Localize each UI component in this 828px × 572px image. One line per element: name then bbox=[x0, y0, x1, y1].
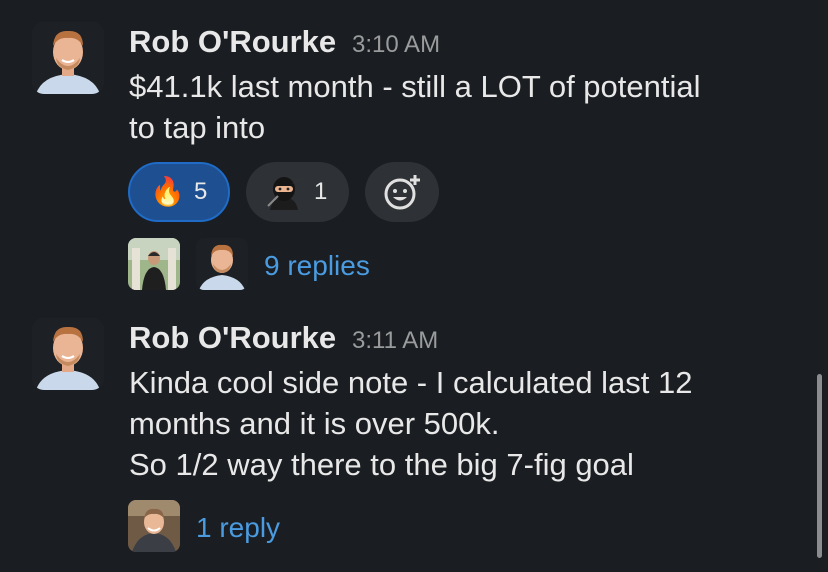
reply-avatar[interactable] bbox=[196, 238, 248, 290]
reaction-fire[interactable]: 🔥 5 bbox=[128, 162, 230, 222]
reply-avatar[interactable] bbox=[128, 500, 180, 552]
message-line: So 1/2 way there to the big 7-fig goal bbox=[129, 447, 634, 482]
message-line: to tap into bbox=[129, 110, 266, 145]
ninja-icon bbox=[264, 172, 304, 212]
fire-icon: 🔥 bbox=[150, 175, 185, 208]
replies-link[interactable]: 9 replies bbox=[264, 250, 370, 282]
add-emoji-icon bbox=[382, 172, 422, 212]
avatar[interactable] bbox=[32, 318, 104, 390]
timestamp[interactable]: 3:10 AM bbox=[352, 31, 440, 59]
message-line: $41.1k last month - still a LOT of poten… bbox=[129, 69, 701, 104]
reply-avatar[interactable] bbox=[128, 238, 180, 290]
message-line: months and it is over 500k. bbox=[129, 406, 500, 441]
author-name[interactable]: Rob O'Rourke bbox=[129, 320, 336, 356]
reaction-ninja[interactable]: 1 bbox=[246, 162, 349, 222]
message-line: Kinda cool side note - I calculated last… bbox=[129, 365, 693, 400]
add-reaction-button[interactable] bbox=[365, 162, 439, 222]
reaction-count: 1 bbox=[314, 178, 328, 205]
avatar[interactable] bbox=[32, 22, 104, 94]
reaction-count: 5 bbox=[194, 178, 208, 205]
message-list: Rob O'Rourke 3:10 AM $41.1k last month -… bbox=[0, 0, 828, 572]
replies-link[interactable]: 1 reply bbox=[196, 512, 280, 544]
timestamp[interactable]: 3:11 AM bbox=[352, 327, 438, 355]
scrollbar[interactable] bbox=[817, 374, 822, 558]
author-name[interactable]: Rob O'Rourke bbox=[129, 24, 336, 60]
